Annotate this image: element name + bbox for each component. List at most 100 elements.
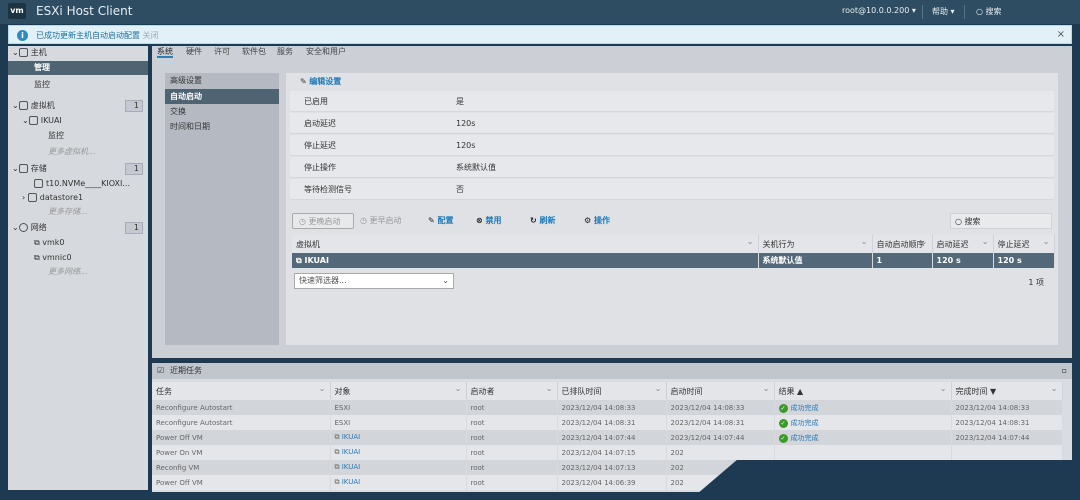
vm-icon: ⧉	[334, 463, 342, 471]
col-vm[interactable]: 虚拟机	[292, 235, 759, 253]
divider	[922, 5, 923, 19]
start-later-button[interactable]: ◷ 更晚启动	[292, 213, 354, 229]
nav-vmk0[interactable]: ⧉ vmk0	[8, 236, 148, 250]
item-count: 1 项	[1028, 278, 1044, 287]
search-button[interactable]: ○ 搜索	[976, 6, 1002, 17]
nav-vm-monitor[interactable]: 监控	[8, 129, 148, 143]
notification-message: 已成功更新主机自动启动配置 关闭	[36, 31, 159, 40]
vm-icon	[18, 101, 28, 110]
task-row[interactable]: Reconfigure Autostart ESXI root 2023/12/04 …	[152, 415, 1063, 430]
task-cell: 2023/12/04 14:07:13	[561, 463, 636, 472]
tab-packages[interactable]: 软件包	[242, 46, 266, 58]
col-order[interactable]: 自动启动顺序	[872, 235, 933, 253]
disable-button[interactable]: ⊗ 禁用	[476, 213, 502, 229]
close-icon[interactable]: ×	[1057, 29, 1065, 40]
refresh-icon: ↻	[530, 216, 540, 225]
datastore-icon	[27, 193, 37, 202]
task-cell: root	[470, 478, 485, 487]
vm-icon: ⧉	[334, 433, 342, 441]
disk-icon	[34, 179, 43, 188]
task-cell: IKUAI	[341, 433, 361, 441]
subnav-advanced[interactable]: 高级设置	[165, 73, 279, 88]
user-menu[interactable]: root@10.0.0.200 ▾	[842, 6, 916, 15]
configure-button[interactable]: ✎ 配置	[428, 213, 454, 229]
actions-button[interactable]: ⚙ 操作	[584, 213, 610, 229]
col-stop-delay[interactable]: 停止延迟	[993, 235, 1055, 253]
table-search-input[interactable]: ○ 搜索	[950, 213, 1052, 229]
tasks-icon: ☑	[157, 366, 165, 375]
task-row[interactable]: Reconfigure Autostart ESXI root 2023/12/04 …	[152, 400, 1063, 415]
task-cell: IKUAI	[341, 463, 361, 471]
task-cell: 成功完成	[790, 433, 819, 442]
disable-icon: ⊗	[476, 216, 486, 225]
vm-icon: ⧉	[334, 448, 342, 456]
success-icon: ✓	[778, 403, 788, 413]
task-cell: IKUAI	[341, 478, 361, 486]
task-cell: root	[470, 403, 485, 412]
nav-network[interactable]: ⌄ 网络 1	[8, 221, 148, 235]
task-cell: Reconfigure Autostart	[156, 403, 233, 412]
nav-disk[interactable]: t10.NVMe____KIOXI...	[8, 177, 148, 191]
nav-monitor[interactable]: 监控	[8, 78, 148, 92]
col-start-delay[interactable]: 启动延迟	[932, 235, 994, 253]
task-cell: root	[470, 448, 485, 457]
col-task[interactable]: 任务	[152, 382, 331, 400]
task-cell: 202	[670, 463, 684, 472]
setting-row: 启动延迟 120s	[290, 113, 1054, 134]
close-notification-link[interactable]: 关闭	[143, 31, 159, 40]
setting-row: 等待检测信号否	[290, 179, 1054, 200]
task-cell: ESXI	[334, 403, 351, 412]
col-completed[interactable]: 完成时间 ▼	[951, 382, 1063, 400]
search-label: 搜索	[985, 7, 1002, 16]
task-row[interactable]: Power Off VM ⧉ IKUAI root 2023/12/04 14:07:…	[152, 430, 1063, 445]
clock-icon: ◷	[360, 216, 370, 225]
vm-icon: ⧉	[334, 478, 342, 486]
refresh-button[interactable]: ↻ 刷新	[530, 213, 556, 229]
col-shutdown[interactable]: 关机行为	[758, 235, 873, 253]
recent-tasks-header: ☑ 近期任务 ▫	[152, 363, 1072, 379]
app-title: ESXi Host Client	[36, 4, 133, 18]
tab-license[interactable]: 许可	[214, 46, 230, 58]
help-menu[interactable]: 帮助 ▾	[932, 6, 955, 17]
task-row[interactable]: Power On VM ⧉ IKUAI root 2023/12/04 14:07:1…	[152, 445, 1063, 460]
autostart-table: 虚拟机关机行为自动启动顺序启动延迟停止延迟 ⧉ IKUAI系统默认值1120 s…	[292, 235, 1055, 268]
search-icon: ○	[976, 7, 986, 16]
task-cell: Reconfigure Autostart	[156, 418, 233, 427]
table-row[interactable]: ⧉ IKUAI 系统默认值 1 120 s 120 s	[292, 253, 1055, 268]
success-icon: ✓	[778, 433, 788, 443]
nav-host[interactable]: ⌄ 主机	[8, 46, 148, 60]
subnav-swap[interactable]: 交换	[165, 104, 279, 119]
nav-more-storage[interactable]: 更多存储...	[8, 205, 148, 219]
nav-vmnic0[interactable]: ⧉ vmnic0	[8, 251, 148, 265]
task-cell: 2023/12/04 14:07:44	[561, 433, 636, 442]
tab-hardware[interactable]: 硬件	[186, 46, 202, 58]
task-cell: root	[470, 433, 485, 442]
tab-system[interactable]: 系统	[157, 46, 173, 58]
nav-more-network[interactable]: 更多网络...	[8, 265, 148, 279]
task-cell: 2023/12/04 14:07:44	[955, 433, 1030, 442]
task-cell: Power Off VM	[156, 433, 203, 442]
subnav-time-date[interactable]: 时间和日期	[165, 119, 279, 134]
maximize-icon[interactable]: ▫	[1062, 363, 1067, 379]
quick-filter-select[interactable]: 快速筛选器... ⌄	[294, 273, 454, 289]
col-started[interactable]: 启动时间	[666, 382, 775, 400]
nav-more-vms[interactable]: 更多虚拟机...	[8, 145, 148, 159]
start-earlier-button[interactable]: ◷ 更早启动	[360, 213, 402, 229]
edit-settings-button[interactable]: ✎ 编辑设置	[300, 76, 341, 87]
tab-services[interactable]: 服务	[277, 46, 293, 58]
navigator-sidebar: ⌄ 主机 管理 监控 ⌄ 虚拟机 1 ⌄ IKUAI 监控 更多虚拟机... ⌄ 存储 1 …	[8, 46, 148, 490]
nav-storage[interactable]: ⌄ 存储 1	[8, 162, 148, 176]
nav-vms[interactable]: ⌄ 虚拟机 1	[8, 99, 148, 113]
col-result[interactable]: 结果 ▲	[774, 382, 952, 400]
task-cell: 2023/12/04 14:08:33	[955, 403, 1030, 412]
nav-manage[interactable]: 管理	[8, 61, 148, 75]
nav-vm-ikuai[interactable]: ⌄ IKUAI	[8, 114, 148, 128]
nav-datastore[interactable]: › datastore1	[8, 191, 148, 205]
subnav-autostart[interactable]: 自动启动	[165, 89, 279, 104]
col-target[interactable]: 对象	[330, 382, 467, 400]
col-queued[interactable]: 已排队时间	[557, 382, 667, 400]
col-initiator[interactable]: 启动者	[466, 382, 558, 400]
tab-security-users[interactable]: 安全和用户	[306, 46, 346, 58]
vm-icon	[28, 116, 38, 125]
top-header: vm ESXi Host Client root@10.0.0.200 ▾ 帮助…	[0, 0, 1080, 24]
